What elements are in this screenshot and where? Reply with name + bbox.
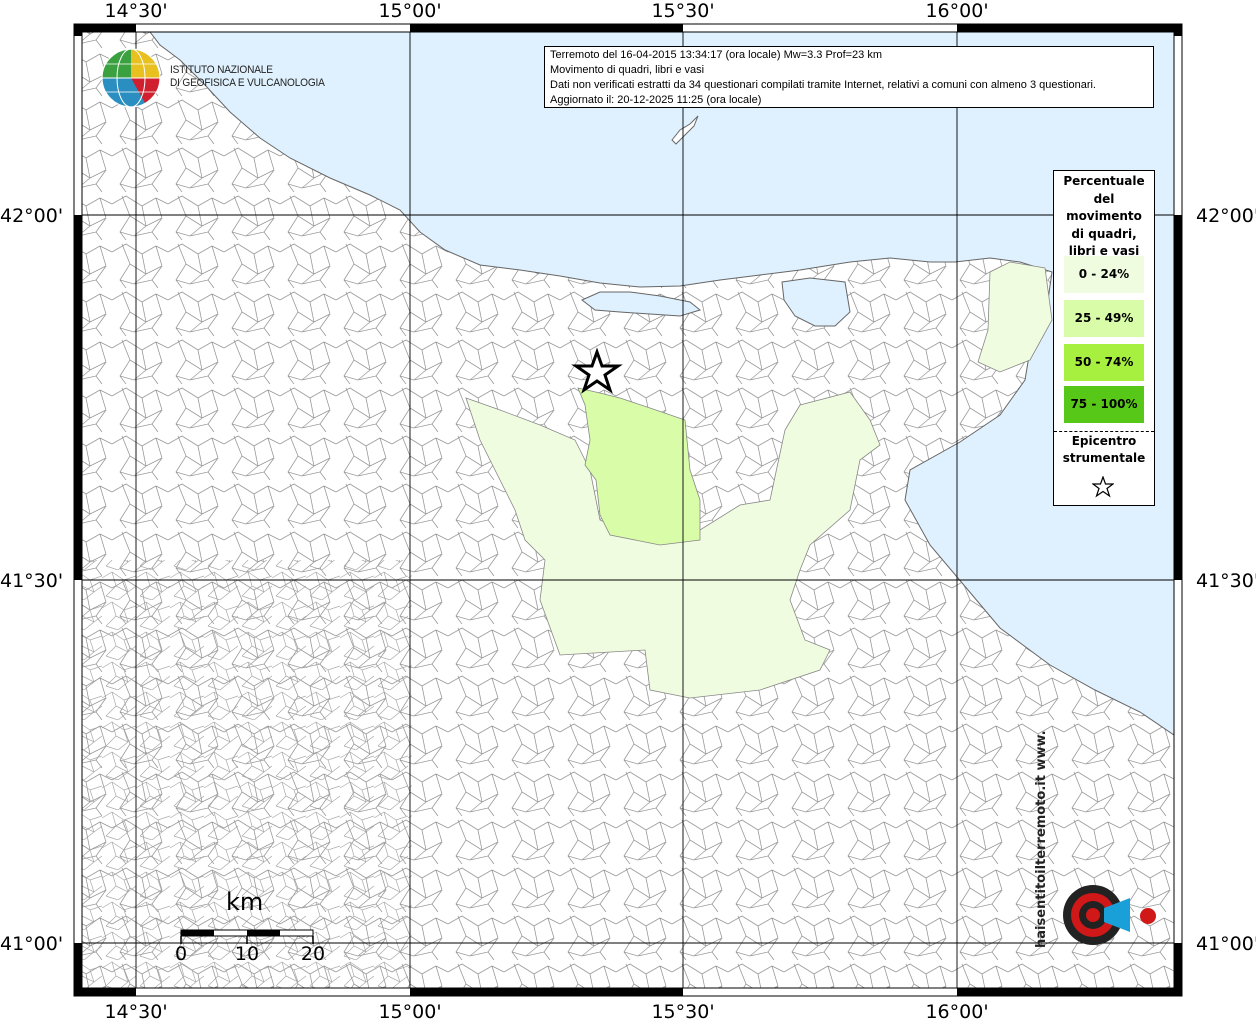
lat-label-right-2: 41°30' xyxy=(1196,570,1256,592)
legend-epicenter-label: Epicentro strumentale xyxy=(1054,433,1154,467)
event-info-line2: Movimento di quadri, libri e vasi xyxy=(550,64,705,76)
legend-title: Percentuale del movimento di quadri, lib… xyxy=(1054,171,1154,261)
legend-title-line: di quadri, xyxy=(1071,226,1137,241)
lat-label-right-1: 42°00' xyxy=(1196,205,1256,227)
ingv-logo-icon xyxy=(101,48,161,108)
ingv-logo-line2: DI GEOFISICA E VULCANOLOGIA xyxy=(170,77,325,89)
event-info-line1: Terremoto del 16-04-2015 13:34:17 (ora l… xyxy=(550,49,883,61)
legend-star-icon xyxy=(1092,476,1114,498)
legend-class-25-49: 25 - 49% xyxy=(1064,300,1144,337)
legend-title-line: Percentuale xyxy=(1063,174,1145,188)
lat-label-left-3: 41°00' xyxy=(0,933,64,955)
event-info-box: Terremoto del 16-04-2015 13:34:17 (ora l… xyxy=(544,46,1154,108)
lon-label-top-3: 15°30' xyxy=(651,0,715,22)
haisentito-watermark: haisentitoilterremoto.it www. xyxy=(1034,730,1049,948)
legend-class-75-100: 75 - 100% xyxy=(1064,386,1144,423)
lon-label-top-4: 16°00' xyxy=(925,0,989,22)
legend: Percentuale del movimento di quadri, lib… xyxy=(1053,170,1155,506)
legend-epicenter-line: strumentale xyxy=(1062,451,1146,465)
lat-label-left-2: 41°30' xyxy=(0,570,64,592)
lat-label-right-3: 41°00' xyxy=(1196,933,1256,955)
legend-epicenter-line: Epicentro xyxy=(1071,434,1137,448)
legend-class-50-74: 50 - 74% xyxy=(1064,344,1144,381)
lat-label-left-1: 42°00' xyxy=(0,205,64,227)
lon-label-bottom-4: 16°00' xyxy=(925,1001,989,1023)
legend-class-0-24: 0 - 24% xyxy=(1064,256,1144,293)
event-info-line4: Aggiornato il: 20-12-2025 11:25 (ora loc… xyxy=(550,94,762,106)
lon-label-bottom-3: 15°30' xyxy=(651,1001,715,1023)
scale-unit-label: km xyxy=(226,888,264,916)
ingv-logo-line1: ISTITUTO NAZIONALE xyxy=(170,64,273,76)
scale-label-0: 0 xyxy=(174,943,188,965)
lon-label-top-1: 14°30' xyxy=(104,0,168,22)
lon-label-top-2: 15°00' xyxy=(378,0,442,22)
municipal-boundaries-dense xyxy=(82,560,412,988)
event-info-line3: Dati non verificati estratti da 34 quest… xyxy=(550,79,1096,91)
scale-label-10: 10 xyxy=(234,943,260,965)
map-canvas[interactable] xyxy=(0,0,1256,1024)
legend-separator xyxy=(1054,431,1154,432)
legend-title-line: del xyxy=(1093,191,1115,206)
lon-label-bottom-1: 14°30' xyxy=(104,1001,168,1023)
lon-label-bottom-2: 15°00' xyxy=(378,1001,442,1023)
legend-title-line: movimento xyxy=(1066,209,1142,223)
ingv-logo-text: ISTITUTO NAZIONALE DI GEOFISICA E VULCAN… xyxy=(170,64,325,90)
scale-label-20: 20 xyxy=(300,943,326,965)
